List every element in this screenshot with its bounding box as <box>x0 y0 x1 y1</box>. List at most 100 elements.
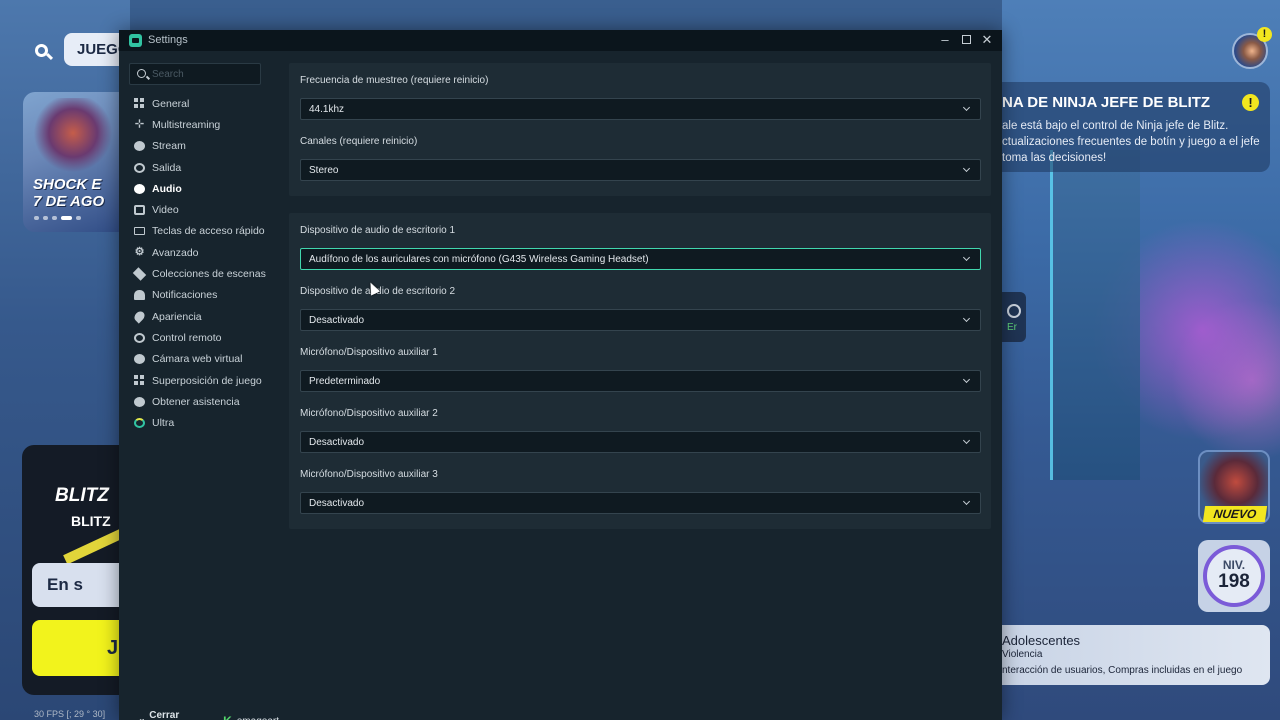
chevron-down-icon <box>962 253 971 262</box>
search-icon <box>137 69 146 78</box>
channels-field: Canales (requiere reinicio) Stereo <box>300 136 981 181</box>
settings-content: Frecuencia de muestreo (requiere reinici… <box>279 51 1002 720</box>
bell-icon <box>134 290 145 301</box>
mic-aux-2-field: Micrófono/Dispositivo auxiliar 2 Desacti… <box>300 408 981 453</box>
sidebar-item-remote-control[interactable]: Control remoto <box>119 327 279 348</box>
sidebar-item-audio[interactable]: Audio <box>119 178 279 199</box>
sidebar-item-label: Teclas de acceso rápido <box>152 225 265 238</box>
sidebar-item-label: Salida <box>152 161 182 174</box>
multistream-icon: ⊹ <box>134 118 145 131</box>
sidebar-item-multistreaming[interactable]: ⊹ Multistreaming <box>119 114 279 135</box>
mic-aux-1-select[interactable]: Predeterminado <box>300 370 981 392</box>
sidebar-search <box>129 63 261 85</box>
mic-aux-2-label: Micrófono/Dispositivo auxiliar 2 <box>300 408 438 419</box>
background-tower <box>1050 150 1140 480</box>
sidebar-item-stream[interactable]: Stream <box>119 136 279 157</box>
sidebar-item-general[interactable]: General <box>119 93 279 114</box>
mic-aux-1-value: Predeterminado <box>309 376 381 387</box>
logout-button[interactable]: ⇥ Cerrar sesión <box>135 710 211 720</box>
remote-icon <box>134 332 145 343</box>
sidebar-item-label: Multistreaming <box>152 118 221 131</box>
username: emagoart <box>237 716 279 720</box>
sidebar-item-salida[interactable]: Salida <box>119 157 279 178</box>
maximize-button[interactable] <box>955 30 977 51</box>
rating-title: Adolescentes <box>1002 633 1081 648</box>
help-icon <box>134 396 145 407</box>
sidebar-item-notifications[interactable]: Notificaciones <box>119 285 279 306</box>
chevron-down-icon <box>962 164 971 173</box>
sidebar-item-hotkeys[interactable]: Teclas de acceso rápido <box>119 221 279 242</box>
audio-devices-panel: Dispositivo de audio de escritorio 1 Aud… <box>289 213 991 529</box>
logout-label: Cerrar sesión <box>149 710 180 720</box>
sample-rate-select[interactable]: 44.1khz <box>300 98 981 120</box>
mic-aux-3-value: Desactivado <box>309 498 365 509</box>
launcher-search-icon[interactable] <box>26 36 56 64</box>
mode-card-title: BLITZ <box>55 485 109 506</box>
sidebar-item-label: Control remoto <box>152 331 222 344</box>
level-card[interactable]: NIV. 198 <box>1198 540 1270 612</box>
sidebar-item-label: Obtener asistencia <box>152 395 240 408</box>
desktop-audio-1-label: Dispositivo de audio de escritorio 1 <box>300 225 456 236</box>
launcher-promo-card[interactable]: SHOCK E 7 DE AGO <box>23 92 123 232</box>
sidebar-item-label: Video <box>152 204 179 217</box>
advanced-icon: ⚙ <box>134 246 145 259</box>
mic-aux-2-value: Desactivado <box>309 437 365 448</box>
desktop-audio-1-select[interactable]: Audífono de los auriculares con micrófon… <box>300 248 981 270</box>
scenes-icon <box>132 267 147 281</box>
mic-aux-3-select[interactable]: Desactivado <box>300 492 981 514</box>
close-button[interactable]: ✕ <box>976 30 998 51</box>
sidebar-item-video[interactable]: Video <box>119 199 279 220</box>
sidebar-item-game-overlay[interactable]: Superposición de juego <box>119 370 279 391</box>
grid-icon <box>134 98 145 110</box>
sample-rate-value: 44.1khz <box>309 104 345 115</box>
chevron-down-icon <box>962 375 971 384</box>
sidebar-item-label: Avanzado <box>152 246 199 259</box>
sidebar-item-scene-collections[interactable]: Colecciones de escenas <box>119 263 279 284</box>
avatar-alert-icon: ! <box>1257 27 1272 42</box>
channels-select[interactable]: Stereo <box>300 159 981 181</box>
sidebar-item-label: Colecciones de escenas <box>152 268 266 281</box>
level-ring: NIV. 198 <box>1203 545 1265 607</box>
banner-description: ale está bajo el control de Ninja jefe d… <box>1002 120 1260 164</box>
new-badge: NUEVO <box>1202 506 1268 522</box>
search-input[interactable] <box>152 66 257 82</box>
speaker-icon <box>134 183 145 194</box>
sidebar-item-get-help[interactable]: Obtener asistencia <box>119 391 279 412</box>
settings-window: Settings – ✕ General ⊹ Multistreaming St… <box>119 30 1002 720</box>
sidebar-item-advanced[interactable]: ⚙ Avanzado <box>119 242 279 263</box>
queue-button[interactable]: En s <box>32 563 122 607</box>
sidebar-item-label: Apariencia <box>152 310 202 323</box>
rating-notes: nteracción de usuarios, Compras incluida… <box>1002 665 1243 676</box>
desktop-audio-1-field: Dispositivo de audio de escritorio 1 Aud… <box>300 225 981 270</box>
promo-carousel-dots[interactable] <box>34 216 81 220</box>
overlay-icon <box>134 375 145 386</box>
sidebar-item-label: Notificaciones <box>152 289 218 302</box>
launcher-news-banner[interactable]: NA DE NINJA JEFE DE BLITZ ! ale está baj… <box>1002 82 1270 172</box>
sidebar-item-label: Cámara web virtual <box>152 353 243 366</box>
logout-icon: ⇥ <box>135 715 144 720</box>
output-icon <box>134 162 145 173</box>
desktop-audio-2-select[interactable]: Desactivado <box>300 309 981 331</box>
desktop-audio-2-label: Dispositivo de audio de escritorio 2 <box>300 286 456 297</box>
channels-label: Canales (requiere reinicio) <box>300 136 418 147</box>
sidebar-footer: ⇥ Cerrar sesión K emagoart <box>135 710 279 720</box>
sidebar-item-label: General <box>152 97 190 110</box>
sidebar-item-ultra[interactable]: Ultra <box>119 412 279 433</box>
rating-violence: Violencia <box>1002 649 1043 660</box>
title-bar[interactable]: Settings – ✕ <box>119 30 1002 51</box>
minimize-button[interactable]: – <box>934 30 956 51</box>
banner-title: NA DE NINJA JEFE DE BLITZ <box>1002 94 1211 111</box>
sidebar-item-appearance[interactable]: Apariencia <box>119 306 279 327</box>
video-icon <box>134 205 145 216</box>
play-button[interactable]: J <box>32 620 122 676</box>
promo-hero-image <box>33 98 113 178</box>
settings-nav: General ⊹ Multistreaming Stream Salida A… <box>119 93 279 434</box>
xbox-chip[interactable]: Er <box>1002 292 1026 342</box>
desktop-audio-1-value: Audífono de los auriculares con micrófon… <box>309 254 649 265</box>
sidebar-item-virtual-webcam[interactable]: Cámara web virtual <box>119 349 279 370</box>
kick-icon: K <box>223 714 232 720</box>
app-logo-icon <box>129 34 142 47</box>
keyboard-icon <box>134 227 145 236</box>
new-item-card[interactable]: NUEVO <box>1198 450 1270 524</box>
mic-aux-2-select[interactable]: Desactivado <box>300 431 981 453</box>
